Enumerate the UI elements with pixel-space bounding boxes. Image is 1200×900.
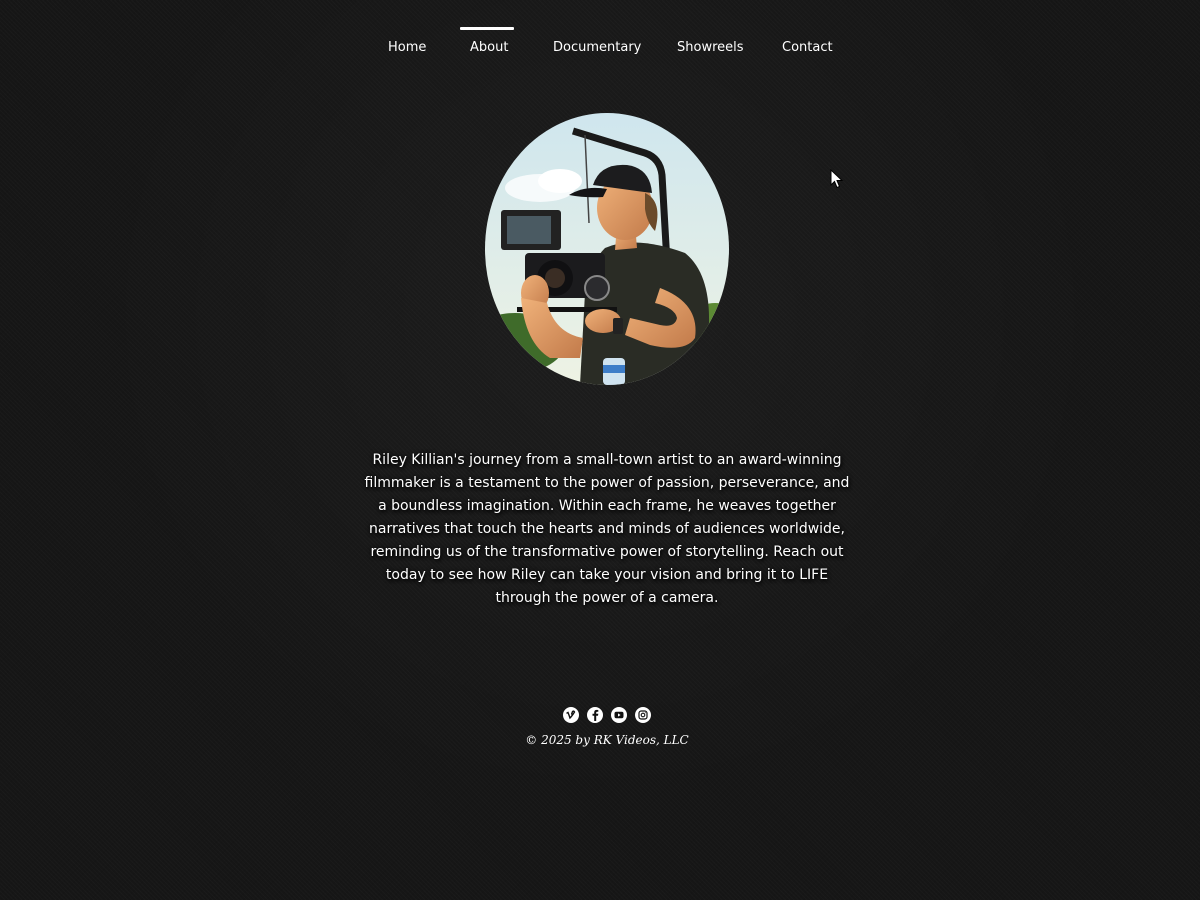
about-bio: Riley Killian's journey from a small-tow…: [364, 452, 850, 606]
copyright-text: © 2025 by RK Videos, LLC: [525, 733, 689, 747]
active-tab-indicator: [460, 27, 514, 30]
profile-photo: [485, 113, 729, 385]
nav-item-documentary[interactable]: Documentary: [553, 40, 641, 55]
social-links: [563, 707, 651, 723]
vimeo-icon[interactable]: [563, 707, 579, 723]
nav-item-about[interactable]: About: [470, 40, 508, 55]
mouse-cursor-icon: [830, 169, 844, 189]
facebook-icon[interactable]: [587, 707, 603, 723]
nav-item-showreels[interactable]: Showreels: [677, 40, 744, 55]
nav-item-contact[interactable]: Contact: [782, 40, 833, 55]
youtube-icon[interactable]: [611, 707, 627, 723]
nav-item-home[interactable]: Home: [388, 40, 426, 55]
main-nav: Home About Documentary Showreels Contact: [0, 0, 1200, 80]
instagram-icon[interactable]: [635, 707, 651, 723]
